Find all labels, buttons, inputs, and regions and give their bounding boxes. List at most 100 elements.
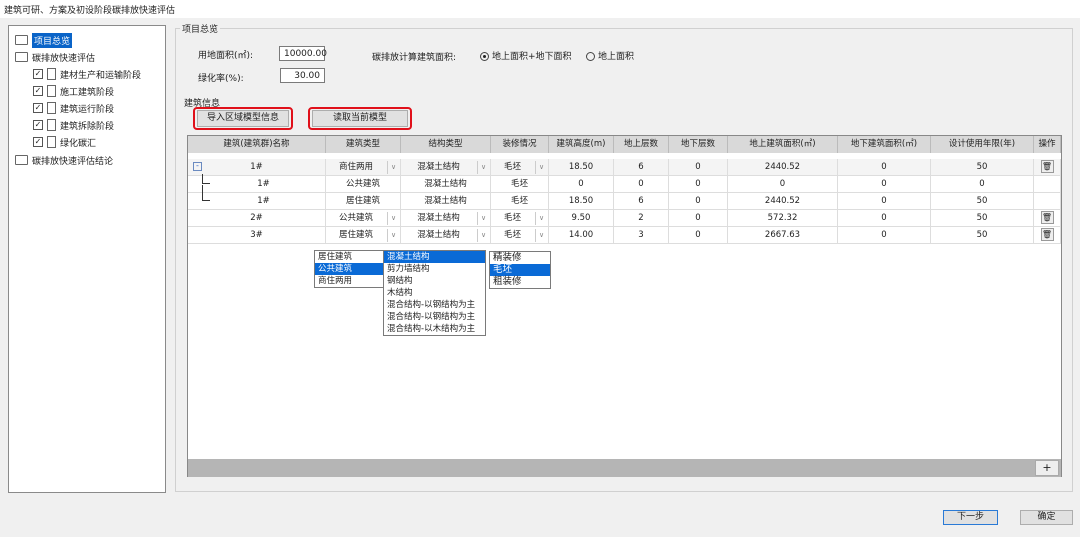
add-row-button[interactable]: +: [1035, 460, 1059, 476]
green-rate-label: 绿化率(%):: [198, 74, 244, 84]
operation-cell: 🗑: [1034, 159, 1061, 176]
tree-item[interactable]: ✓ 建筑拆除阶段: [33, 117, 114, 133]
under_area-cell[interactable]: 0: [838, 159, 931, 176]
tree-item[interactable]: 碳排放快速评估结论: [15, 152, 113, 168]
document-icon: [47, 68, 56, 80]
column-header: 建筑(建筑群)名称: [188, 136, 326, 153]
above-cell[interactable]: 2: [614, 210, 669, 227]
struct-cell[interactable]: 混凝土结构 ∨: [401, 210, 491, 227]
checkbox-icon[interactable]: ✓: [33, 103, 43, 113]
table-row[interactable]: 2# 公共建筑 ∨ 混凝土结构 ∨ 毛坯 ∨ 9.50 2 0 572.32 0 50 🗑: [188, 210, 1061, 227]
dropdown-option[interactable]: 木结构: [384, 287, 485, 299]
radio-above-and-below[interactable]: 地上面积+地下面积: [480, 49, 572, 62]
name-cell[interactable]: 3#: [188, 227, 326, 244]
height-cell: 0: [549, 176, 614, 193]
column-header: 地下建筑面积(㎡): [838, 136, 931, 153]
chevron-down-icon[interactable]: ∨: [387, 229, 399, 242]
dropdown-option[interactable]: 粗装修: [490, 276, 550, 288]
chevron-down-icon[interactable]: ∨: [477, 161, 489, 174]
above-cell[interactable]: 3: [614, 227, 669, 244]
table-row[interactable]: -1# 商住两用 ∨ 混凝土结构 ∨ 毛坯 ∨ 18.50 6 0 2440.52 0 50 🗑: [188, 159, 1061, 176]
ok-button[interactable]: 确定: [1020, 510, 1073, 525]
dropdown-option[interactable]: 商住两用: [315, 275, 383, 287]
dropdown-option[interactable]: 钢结构: [384, 275, 485, 287]
type-cell[interactable]: 居住建筑 ∨: [326, 227, 401, 244]
read-current-model-button[interactable]: 读取当前模型: [312, 110, 408, 127]
delete-icon[interactable]: 🗑: [1040, 211, 1054, 224]
dropdown-option[interactable]: 居住建筑: [315, 251, 383, 263]
chevron-down-icon[interactable]: ∨: [477, 229, 489, 242]
dropdown-option[interactable]: 剪力墙结构: [384, 263, 485, 275]
calc-area-label: 碳排放计算建筑面积:: [372, 53, 457, 63]
chevron-down-icon[interactable]: ∨: [477, 212, 489, 225]
height-cell[interactable]: 18.50: [549, 159, 614, 176]
above-cell[interactable]: 6: [614, 159, 669, 176]
type-cell: 居住建筑: [326, 193, 401, 210]
checkbox-icon[interactable]: ✓: [33, 69, 43, 79]
dropdown-option[interactable]: 公共建筑: [315, 263, 383, 275]
type-cell[interactable]: 商住两用 ∨: [326, 159, 401, 176]
height-cell[interactable]: 9.50: [549, 210, 614, 227]
under_area-cell[interactable]: 0: [838, 210, 931, 227]
radio-icon: [586, 52, 595, 61]
table-row[interactable]: 1# 居住建筑 混凝土结构 毛坯 18.50 6 0 2440.52 0 50: [188, 185, 1061, 210]
column-header: 结构类型: [401, 136, 491, 153]
height-cell[interactable]: 14.00: [549, 227, 614, 244]
tree-item[interactable]: ✓ 施工建筑阶段: [33, 83, 114, 99]
delete-icon[interactable]: 🗑: [1040, 160, 1054, 173]
area-cell[interactable]: 572.32: [728, 210, 838, 227]
under_area-cell[interactable]: 0: [838, 227, 931, 244]
radio-above-only[interactable]: 地上面积: [586, 49, 634, 62]
chevron-down-icon[interactable]: ∨: [387, 212, 399, 225]
tree-item[interactable]: ✓ 绿化碳汇: [33, 134, 96, 150]
document-icon: [47, 102, 56, 114]
years-cell[interactable]: 50: [931, 227, 1034, 244]
below-cell[interactable]: 0: [669, 210, 728, 227]
tree-item[interactable]: 项目总览: [15, 32, 73, 48]
area-cell[interactable]: 2440.52: [728, 159, 838, 176]
checkbox-icon[interactable]: ✓: [33, 120, 43, 130]
checkbox-icon[interactable]: ✓: [33, 86, 43, 96]
decor-cell[interactable]: 毛坯 ∨: [491, 159, 549, 176]
import-region-model-button[interactable]: 导入区域模型信息: [197, 110, 289, 127]
name-cell[interactable]: 2#: [188, 210, 326, 227]
decor-cell[interactable]: 毛坯 ∨: [491, 227, 549, 244]
table-row[interactable]: 1# 公共建筑 混凝土结构 毛坯 0 0 0 0 0 0: [188, 174, 1061, 193]
green-rate-input[interactable]: 30.00: [280, 68, 325, 83]
dropdown-option[interactable]: 毛坯: [490, 264, 550, 276]
delete-icon[interactable]: 🗑: [1040, 228, 1054, 241]
table-body: -1# 商住两用 ∨ 混凝土结构 ∨ 毛坯 ∨ 18.50 6 0 2440.52 0 50 🗑 1# 公共建…: [188, 153, 1061, 459]
struct-cell[interactable]: 混凝土结构 ∨: [401, 159, 491, 176]
years-cell: 50: [931, 193, 1034, 210]
dropdown-option[interactable]: 混合结构-以钢结构为主: [384, 311, 485, 323]
tree-item[interactable]: ✓ 建材生产和运输阶段: [33, 66, 141, 82]
below-cell[interactable]: 0: [669, 159, 728, 176]
type-cell[interactable]: 公共建筑 ∨: [326, 210, 401, 227]
type-cell: 公共建筑: [326, 176, 401, 193]
next-step-button[interactable]: 下一步: [943, 510, 998, 525]
chevron-down-icon[interactable]: ∨: [535, 212, 547, 225]
tree-item[interactable]: 碳排放快速评估: [15, 49, 95, 65]
decor-cell[interactable]: 毛坯 ∨: [491, 210, 549, 227]
dropdown-option[interactable]: 混合结构-以钢结构为主: [384, 299, 485, 311]
area-cell[interactable]: 2667.63: [728, 227, 838, 244]
dropdown-option[interactable]: 混凝土结构: [384, 251, 485, 263]
below-cell[interactable]: 0: [669, 227, 728, 244]
dropdown-option[interactable]: 精装修: [490, 252, 550, 264]
tree-line: [202, 185, 210, 201]
dropdown-option[interactable]: 混合结构-以木结构为主: [384, 323, 485, 335]
tree-item[interactable]: ✓ 建筑运行阶段: [33, 100, 114, 116]
tree-item-label: 建材生产和运输阶段: [60, 70, 142, 81]
years-cell[interactable]: 50: [931, 210, 1034, 227]
collapse-icon[interactable]: -: [193, 162, 202, 171]
folder-icon: [15, 155, 28, 165]
checkbox-icon[interactable]: ✓: [33, 137, 43, 147]
chevron-down-icon[interactable]: ∨: [387, 161, 399, 174]
table-row[interactable]: 3# 居住建筑 ∨ 混凝土结构 ∨ 毛坯 ∨ 14.00 3 0 2667.63 0 50 🗑: [188, 227, 1061, 244]
land-area-input[interactable]: 10000.00: [279, 46, 327, 61]
chevron-down-icon[interactable]: ∨: [535, 161, 547, 174]
column-header: 装修情况: [491, 136, 549, 153]
years-cell[interactable]: 50: [931, 159, 1034, 176]
struct-cell[interactable]: 混凝土结构 ∨: [401, 227, 491, 244]
chevron-down-icon[interactable]: ∨: [535, 229, 547, 242]
